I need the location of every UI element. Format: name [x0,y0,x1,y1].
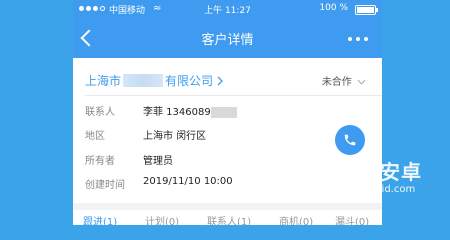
company-name-prefix: 上海市 [85,74,122,88]
more-options-icon[interactable] [348,37,368,41]
redacted-text [123,74,164,87]
watermark-name: 我爱安卓 [338,160,422,184]
battery-icon [355,5,378,15]
tab-opportunities[interactable]: 商机(0) [279,213,313,225]
cooperation-status-dropdown[interactable]: 未合作 [322,73,366,88]
android-logo-icon [298,158,332,198]
field-label: 联系人 [85,107,115,118]
field-value: 管理员 [143,156,173,167]
page-title: 客户详情 [201,33,254,48]
tab-follow-up[interactable]: 跟进(1) [83,213,117,225]
field-value: 李菲 1346089 [143,103,237,118]
watermark: 我爱安卓 52android.com [290,150,450,212]
chevron-down-icon [357,79,366,85]
detail-tabs: 跟进(1) 计划(0) 联系人(1) 商机(0) 漏斗(0) [73,210,382,225]
contact-value: 李菲 1346089 [143,107,211,118]
watermark-site: 52android.com [340,184,416,195]
tab-contacts[interactable]: 联系人(1) [207,213,251,225]
field-label: 创建时间 [85,180,125,191]
company-name-suffix: 有限公司 [165,74,214,88]
company-name-link[interactable]: 上海市 有限公司 [85,72,224,89]
divider [85,95,382,96]
nav-bar: 客户详情 [73,18,382,58]
field-value: 2019/11/10 10:00 [143,176,233,187]
tab-funnel[interactable]: 漏斗(0) [335,213,369,225]
battery-percent: 100 % [319,3,348,13]
tab-plans[interactable]: 计划(0) [145,213,179,225]
status-bar: 中国移动 ≈ 上午 11:27 100 % [73,0,382,18]
field-value: 上海市 闵行区 [143,131,207,142]
field-label: 所有者 [85,156,115,167]
chevron-right-icon [217,76,223,85]
redacted-phone [210,106,237,118]
field-label: 地区 [85,131,105,142]
cooperation-status: 未合作 [321,77,352,88]
phone-icon [344,134,356,146]
